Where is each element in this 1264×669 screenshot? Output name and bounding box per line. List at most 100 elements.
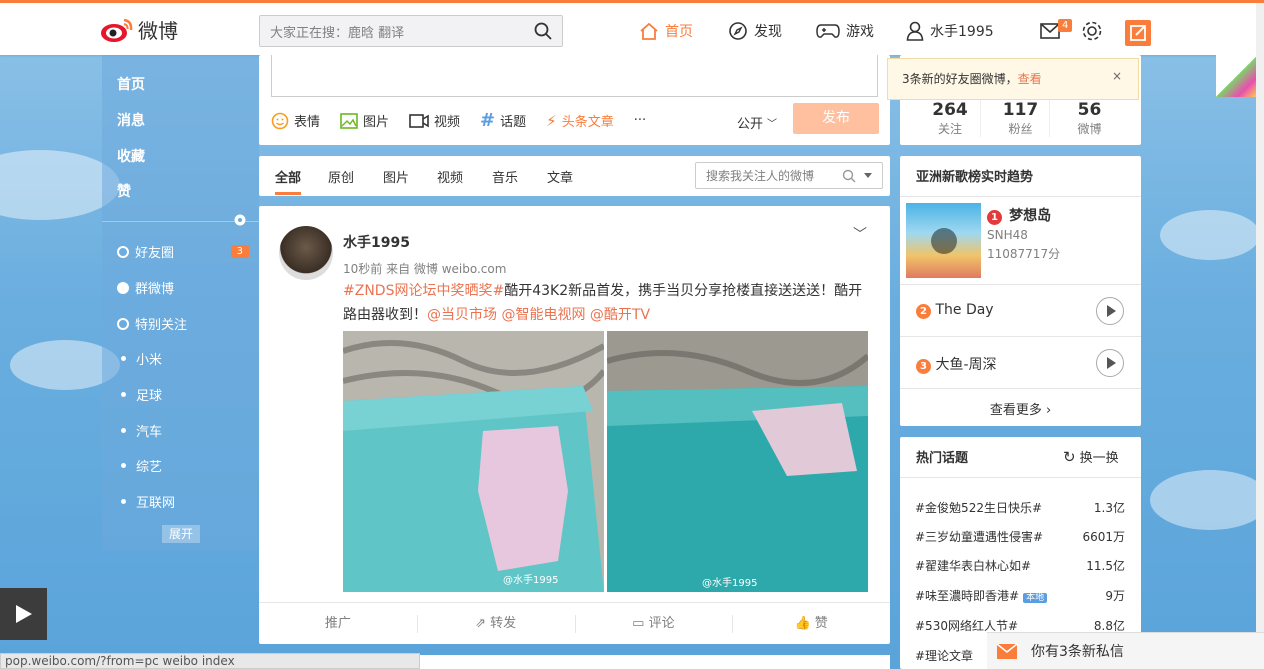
floating-video-play-button[interactable] (0, 588, 47, 640)
friends-circle-label: 好友圈 (135, 246, 175, 261)
sidebar-item-internet[interactable]: 互联网 (117, 492, 175, 511)
tab-all[interactable]: 全部 (275, 167, 301, 186)
notice-view-link[interactable]: 查看 (1018, 72, 1042, 86)
publish-textarea[interactable] (271, 55, 878, 97)
refresh-topics-button[interactable]: ↻ 换一换 (1063, 447, 1119, 467)
sidebar-item-group-weibo[interactable]: 群微博 (117, 278, 174, 297)
mention-dangbei[interactable]: @当贝市场 (427, 307, 497, 323)
topic-name: #理论文章 (915, 649, 974, 663)
tab-pictures[interactable]: 图片 (383, 167, 409, 186)
repost-button[interactable]: ⇗ 转发 (416, 603, 575, 644)
sidebar-item-auto[interactable]: 汽车 (117, 421, 162, 440)
sidebar-item-xiaomi[interactable]: 小米 (117, 349, 162, 368)
author-avatar[interactable] (279, 226, 333, 280)
video-camera-icon (409, 113, 429, 128)
private-message-bar[interactable]: 你有3条新私信 (987, 632, 1264, 669)
nav-home-label: 首页 (665, 24, 693, 40)
topic-count: 11.5亿 (1086, 559, 1125, 573)
like-label: 赞 (814, 616, 828, 631)
sidebar-item-messages[interactable]: 消息 (117, 110, 145, 130)
search-input[interactable]: 大家正在搜：鹿晗 翻译 (259, 15, 563, 47)
nav-user[interactable]: 水手1995 (906, 21, 994, 41)
stat-following[interactable]: 264 关注 (910, 100, 990, 137)
stat-posts[interactable]: 56 微博 (1049, 100, 1129, 137)
mention-coocaa[interactable]: @酷开TV (590, 307, 650, 323)
post-menu-chevron-icon[interactable]: ﹀ (853, 224, 867, 244)
page-scrollbar[interactable] (1256, 3, 1264, 669)
music-chart-title[interactable]: 亚洲新歌榜实时趋势 (916, 166, 1033, 185)
dropdown-arrow-icon[interactable] (864, 173, 872, 178)
divider (900, 477, 1141, 478)
post-hashtag[interactable]: #ZNDS网论坛中奖晒奖# (343, 283, 504, 299)
sidebar-item-friends-circle[interactable]: 好友圈 3 (117, 242, 249, 261)
feed-search-input[interactable]: 搜索我关注人的微博 (695, 162, 883, 189)
post-image-2[interactable]: @水手1995 (607, 331, 868, 592)
topic-row[interactable]: #味至濃時即香港# 本地 9万 (915, 587, 1125, 604)
nav-mail[interactable]: 4 (1040, 17, 1073, 39)
music-more-link[interactable]: 查看更多 › (900, 399, 1141, 418)
headline-article-button[interactable]: ⚡ 头条文章 (546, 111, 614, 131)
sidebar-item-variety[interactable]: 综艺 (117, 456, 162, 475)
thumbs-up-icon: 👍 (794, 616, 815, 631)
promote-button[interactable]: 推广 (259, 603, 417, 644)
refresh-label: 换一换 (1079, 451, 1119, 466)
topic-row[interactable]: #三岁幼童遭遇性侵害# 6601万 (915, 528, 1125, 545)
close-icon[interactable]: × (1112, 69, 1122, 83)
sidebar-item-home[interactable]: 首页 (117, 74, 145, 94)
like-button[interactable]: 👍 赞 (732, 603, 890, 644)
topic-count: 9万 (1105, 589, 1125, 603)
emoji-button[interactable]: 表情 (271, 111, 320, 130)
bullet-dot (121, 428, 126, 433)
settings-gear-icon[interactable] (1081, 20, 1103, 42)
nav-home[interactable]: 首页 (639, 21, 693, 41)
tab-music[interactable]: 音乐 (492, 167, 518, 186)
music-item-2[interactable]: 2 The Day (916, 302, 994, 319)
bullet-dot (121, 499, 126, 504)
bg-cloud (1160, 210, 1260, 260)
song-title: 大鱼-周深 (935, 357, 997, 373)
search-icon[interactable] (842, 169, 856, 183)
search-icon[interactable] (534, 22, 552, 40)
sidebar-settings-icon[interactable] (233, 213, 247, 227)
sidebar-item-favorites[interactable]: 收藏 (117, 146, 145, 166)
tab-original[interactable]: 原创 (328, 167, 354, 186)
song-artist: SNH48 (987, 228, 1028, 242)
weibo-logo[interactable]: 微博 (100, 15, 178, 44)
chevron-right-icon: › (1045, 403, 1052, 418)
music-item-1[interactable]: 1 梦想岛 SNH48 11087717分 (987, 205, 1060, 262)
play-overlay-icon (931, 228, 957, 254)
sidebar-item-football[interactable]: 足球 (117, 385, 162, 404)
compose-button[interactable] (1125, 20, 1151, 46)
tab-videos[interactable]: 视频 (437, 167, 463, 186)
comment-button[interactable]: ▭ 评论 (574, 603, 733, 644)
sidebar-item-special-follow[interactable]: 特别关注 (117, 314, 187, 333)
topic-row[interactable]: #翟建华表白林心如# 11.5亿 (915, 557, 1125, 574)
posts-count: 56 (1077, 100, 1102, 120)
play-button[interactable] (1096, 297, 1124, 325)
publish-button[interactable]: 发布 (793, 103, 879, 134)
hashtag-icon: # (480, 110, 496, 131)
nav-game[interactable]: 游戏 (816, 21, 874, 41)
topic-name: #味至濃時即香港# (915, 589, 1020, 603)
album-cover[interactable] (906, 203, 981, 278)
sidebar-item-likes[interactable]: 赞 (117, 181, 131, 201)
sidebar-expand-button[interactable]: 展开 (162, 525, 200, 543)
visibility-dropdown[interactable]: 公开 ﹀ (737, 113, 777, 132)
football-label: 足球 (136, 389, 163, 404)
image-watermark: @水手1995 (702, 576, 757, 589)
topic-row[interactable]: #金俊勉522生日快乐# 1.3亿 (915, 499, 1125, 516)
mention-smart-tv[interactable]: @智能电视网 (501, 307, 585, 323)
play-button[interactable] (1096, 349, 1124, 377)
post-image-1[interactable]: @水手1995 (343, 331, 604, 592)
topic-button[interactable]: # 话题 (480, 110, 526, 131)
tab-articles[interactable]: 文章 (547, 167, 573, 186)
post-author[interactable]: 水手1995 (343, 232, 410, 252)
visibility-label: 公开 (737, 117, 764, 132)
music-item-3[interactable]: 3 大鱼-周深 (916, 354, 997, 374)
stat-fans[interactable]: 117 粉丝 (980, 100, 1060, 137)
nav-discover[interactable]: 发现 (728, 21, 782, 41)
image-button[interactable]: 图片 (340, 111, 389, 130)
more-tools-button[interactable]: ··· (634, 113, 646, 128)
video-button[interactable]: 视频 (409, 111, 460, 130)
repost-label: 转发 (490, 616, 517, 631)
